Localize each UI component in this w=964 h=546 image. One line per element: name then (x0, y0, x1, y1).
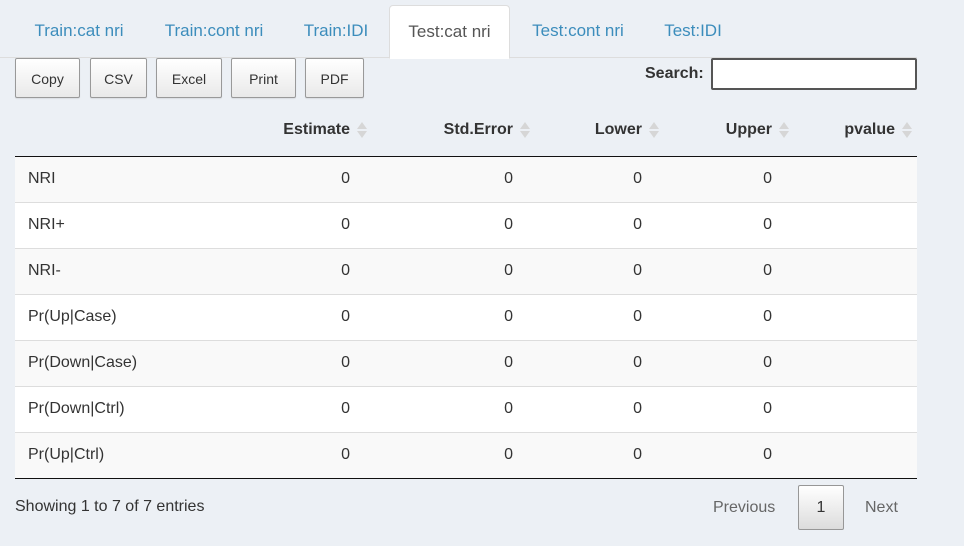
pvalue-cell (794, 431, 917, 479)
upper-cell: 0 (664, 339, 794, 386)
column-header-text: Lower (594, 120, 642, 138)
search-input[interactable] (711, 58, 917, 90)
table-header-row: Estimate Std.Error Lower Upper pvalue (15, 104, 917, 157)
column-header-std-error[interactable]: Std.Error (372, 104, 535, 157)
upper-cell: 0 (664, 431, 794, 479)
table-row: NRI 0 0 0 0 (15, 156, 917, 202)
table-row: NRI+ 0 0 0 0 (15, 201, 917, 248)
upper-cell: 0 (664, 293, 794, 340)
pdf-button[interactable]: PDF (305, 58, 364, 98)
tab-bar: Train:cat nri Train:cont nri Train:IDI T… (0, 0, 917, 59)
print-button[interactable]: Print (231, 58, 296, 98)
pvalue-cell (794, 201, 917, 248)
column-header-upper[interactable]: Upper (664, 104, 794, 157)
std-error-cell: 0 (372, 431, 535, 479)
std-error-cell: 0 (372, 339, 535, 386)
column-header-text: pvalue (844, 120, 895, 138)
row-label: Pr(Down|Case) (15, 339, 220, 386)
std-error-cell: 0 (372, 293, 535, 340)
row-label: NRI- (15, 247, 220, 294)
lower-cell: 0 (535, 156, 664, 202)
lower-cell: 0 (535, 201, 664, 248)
tab-train-idi[interactable]: Train:IDI (292, 5, 380, 57)
tab-train-cat-nri[interactable]: Train:cat nri (22, 5, 136, 57)
column-header-text: Upper (725, 120, 772, 138)
pvalue-cell (794, 385, 917, 432)
estimate-cell: 0 (220, 431, 372, 479)
lower-cell: 0 (535, 431, 664, 479)
column-header-pvalue[interactable]: pvalue (794, 104, 917, 157)
std-error-cell: 0 (372, 201, 535, 248)
page-1-button[interactable]: 1 (798, 485, 844, 530)
lower-cell: 0 (535, 293, 664, 340)
column-header-text: Estimate (283, 120, 350, 138)
excel-button[interactable]: Excel (156, 58, 222, 98)
row-label: Pr(Up|Case) (15, 293, 220, 340)
sort-icon (779, 121, 789, 139)
sort-icon (357, 121, 367, 139)
lower-cell: 0 (535, 385, 664, 432)
row-label: Pr(Up|Ctrl) (15, 431, 220, 479)
copy-button[interactable]: Copy (15, 58, 80, 98)
table-row: NRI- 0 0 0 0 (15, 247, 917, 294)
estimate-cell: 0 (220, 247, 372, 294)
table-row: Pr(Down|Case) 0 0 0 0 (15, 339, 917, 386)
pvalue-cell (794, 339, 917, 386)
previous-page-button[interactable]: Previous (713, 498, 775, 518)
search-label: Search: (645, 65, 704, 82)
estimate-cell: 0 (220, 293, 372, 340)
lower-cell: 0 (535, 339, 664, 386)
std-error-cell: 0 (372, 247, 535, 294)
tab-train-cont-nri[interactable]: Train:cont nri (150, 5, 278, 57)
column-header-label (15, 104, 220, 157)
sort-icon (902, 121, 912, 139)
next-page-button[interactable]: Next (865, 498, 898, 518)
table-row: Pr(Up|Ctrl) 0 0 0 0 (15, 431, 917, 479)
row-label: NRI+ (15, 201, 220, 248)
upper-cell: 0 (664, 156, 794, 202)
tab-test-cat-nri[interactable]: Test:cat nri (389, 5, 510, 59)
column-header-text: Std.Error (443, 120, 513, 138)
table-row: Pr(Up|Case) 0 0 0 0 (15, 293, 917, 340)
estimate-cell: 0 (220, 201, 372, 248)
upper-cell: 0 (664, 247, 794, 294)
estimate-cell: 0 (220, 156, 372, 202)
row-label: Pr(Down|Ctrl) (15, 385, 220, 432)
std-error-cell: 0 (372, 385, 535, 432)
pvalue-cell (794, 247, 917, 294)
tab-test-cont-nri[interactable]: Test:cont nri (518, 5, 638, 57)
estimate-cell: 0 (220, 339, 372, 386)
table-row: Pr(Down|Ctrl) 0 0 0 0 (15, 385, 917, 432)
table-info: Showing 1 to 7 of 7 entries (15, 498, 205, 515)
pvalue-cell (794, 156, 917, 202)
sort-icon (520, 121, 530, 139)
std-error-cell: 0 (372, 156, 535, 202)
pvalue-cell (794, 293, 917, 340)
column-header-lower[interactable]: Lower (535, 104, 664, 157)
results-table: Estimate Std.Error Lower Upper pvalue NR… (15, 104, 917, 479)
upper-cell: 0 (664, 201, 794, 248)
csv-button[interactable]: CSV (90, 58, 147, 98)
row-label: NRI (15, 156, 220, 202)
sort-icon (649, 121, 659, 139)
estimate-cell: 0 (220, 385, 372, 432)
lower-cell: 0 (535, 247, 664, 294)
tab-test-idi[interactable]: Test:IDI (652, 5, 734, 57)
upper-cell: 0 (664, 385, 794, 432)
column-header-estimate[interactable]: Estimate (220, 104, 372, 157)
